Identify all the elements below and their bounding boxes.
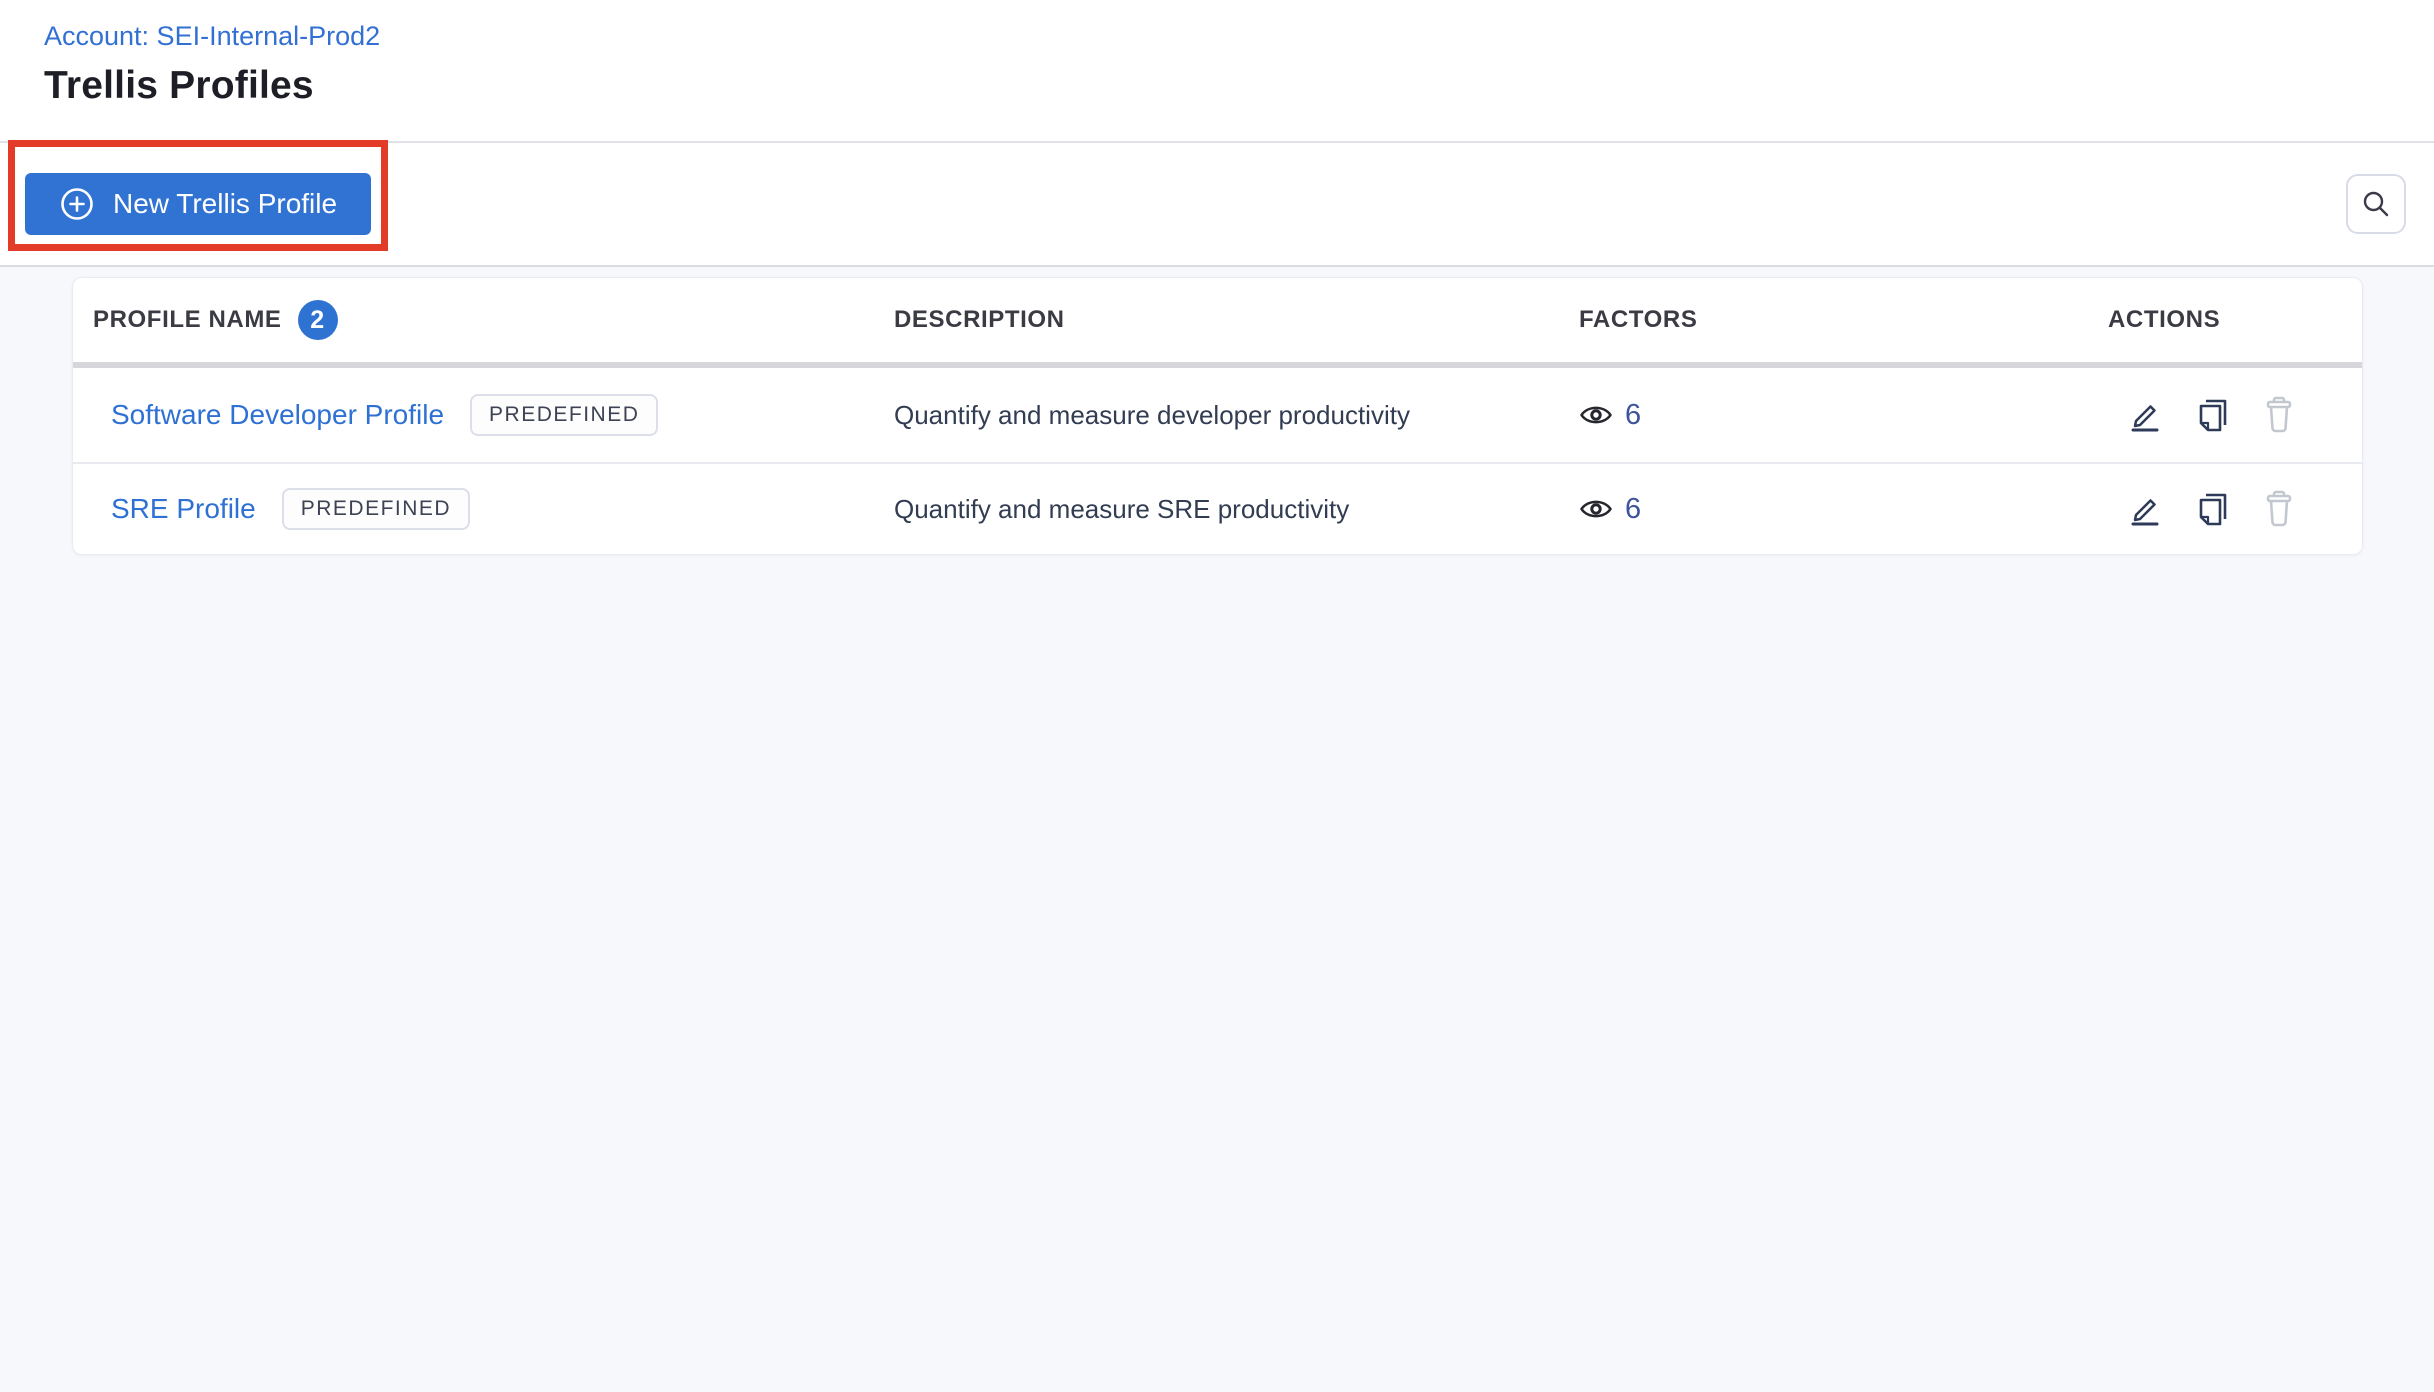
table-row: Software Developer Profile PREDEFINED Qu…	[73, 368, 2362, 462]
factors-count: 6	[1625, 492, 1642, 525]
eye-icon	[1579, 402, 1613, 428]
factors-cell: 6	[1579, 399, 2108, 432]
copy-icon	[2194, 489, 2232, 529]
table-header-row: PROFILE NAME 2 DESCRIPTION FACTORS ACTIO…	[73, 278, 2362, 368]
column-header-actions: ACTIONS	[2108, 306, 2221, 333]
actions-cell	[2108, 489, 2362, 529]
search-icon	[2361, 189, 2391, 219]
edit-profile-button[interactable]	[2126, 396, 2164, 434]
edit-pencil-icon	[2126, 396, 2164, 434]
profiles-table: PROFILE NAME 2 DESCRIPTION FACTORS ACTIO…	[72, 277, 2363, 555]
plus-circle-icon	[59, 186, 95, 222]
toolbar: New Trellis Profile	[0, 140, 2434, 267]
profile-count-badge: 2	[297, 300, 338, 340]
page-header: Account: SEI-Internal-Prod2 Trellis Prof…	[0, 0, 2434, 143]
clone-profile-button[interactable]	[2194, 489, 2232, 529]
predefined-tag: PREDEFINED	[281, 488, 471, 530]
copy-icon	[2194, 395, 2232, 435]
new-trellis-profile-label: New Trellis Profile	[113, 188, 338, 219]
profile-name-cell: SRE Profile PREDEFINED	[73, 488, 894, 530]
column-header-factors: FACTORS	[1579, 306, 1698, 333]
account-breadcrumb-link[interactable]: Account: SEI-Internal-Prod2	[44, 20, 380, 52]
edit-profile-button[interactable]	[2126, 490, 2164, 528]
predefined-tag: PREDEFINED	[470, 394, 659, 436]
eye-icon	[1579, 496, 1613, 522]
search-button[interactable]	[2346, 174, 2406, 234]
actions-cell	[2108, 395, 2362, 435]
profile-link[interactable]: SRE Profile	[111, 493, 256, 525]
profile-name-cell: Software Developer Profile PREDEFINED	[73, 394, 894, 436]
trash-icon	[2262, 395, 2296, 435]
edit-pencil-icon	[2126, 490, 2164, 528]
page-body: PROFILE NAME 2 DESCRIPTION FACTORS ACTIO…	[0, 267, 2434, 1392]
delete-profile-button[interactable]	[2262, 489, 2296, 529]
delete-profile-button[interactable]	[2262, 395, 2296, 435]
factors-cell: 6	[1579, 493, 2108, 526]
profile-description: Quantify and measure developer productiv…	[894, 399, 1410, 430]
table-row: SRE Profile PREDEFINED Quantify and meas…	[73, 462, 2362, 554]
new-trellis-profile-button[interactable]: New Trellis Profile	[25, 173, 372, 235]
clone-profile-button[interactable]	[2194, 395, 2232, 435]
profile-description: Quantify and measure SRE productivity	[894, 493, 1350, 524]
factors-count: 6	[1625, 398, 1642, 431]
profile-name-header-label: PROFILE NAME	[93, 306, 282, 333]
column-header-description: DESCRIPTION	[894, 306, 1065, 333]
page-title: Trellis Profiles	[44, 64, 314, 108]
column-header-profile-name: PROFILE NAME 2	[73, 300, 894, 340]
trash-icon	[2262, 489, 2296, 529]
profile-link[interactable]: Software Developer Profile	[111, 399, 444, 431]
